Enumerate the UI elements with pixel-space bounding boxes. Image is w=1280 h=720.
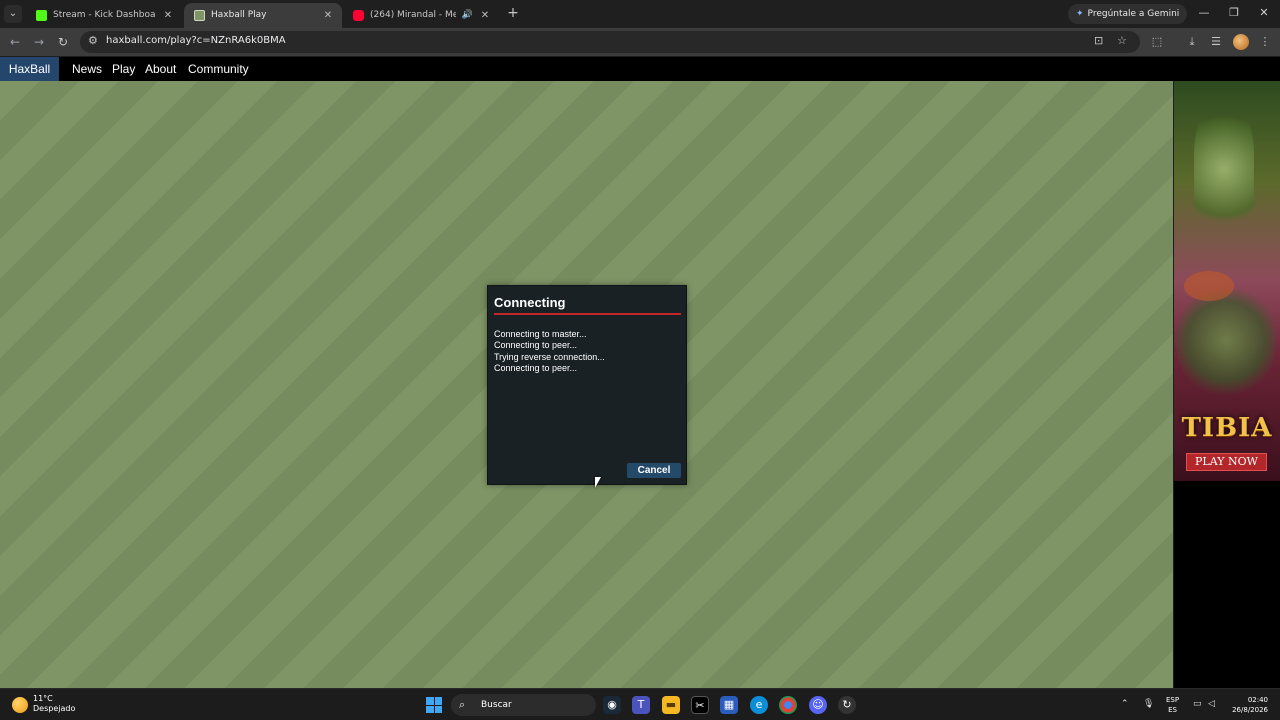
close-window-icon[interactable]: ✕ bbox=[1256, 6, 1272, 19]
file-explorer-icon[interactable]: ▬ bbox=[662, 696, 680, 714]
weather-temperature: 11°C bbox=[33, 694, 53, 703]
new-tab-icon[interactable]: + bbox=[505, 5, 521, 21]
mouse-cursor-icon bbox=[595, 477, 601, 488]
reading-list-icon[interactable]: ☰ bbox=[1208, 34, 1224, 50]
tray-expand-icon[interactable]: ⌃ bbox=[1121, 699, 1129, 709]
more-menu-icon[interactable]: ⋮ bbox=[1257, 34, 1273, 50]
ad-blank-area bbox=[1174, 481, 1280, 688]
tab-youtube[interactable]: (264) Mirandal - Mentía (V... 🔊 ✕ bbox=[343, 3, 499, 28]
clock-date: 26/8/2026 bbox=[1232, 706, 1268, 714]
site-header: HaxBall News Play About Community bbox=[0, 57, 1280, 81]
download-icon[interactable]: ⤓ bbox=[1184, 34, 1200, 50]
taskbar-search[interactable]: ⌕ Buscar bbox=[451, 694, 596, 716]
haxball-favicon-icon bbox=[194, 10, 205, 21]
dialog-title-underline bbox=[494, 313, 681, 315]
weather-widget[interactable]: 11°C Despejado bbox=[33, 694, 75, 714]
edge-icon[interactable]: e bbox=[750, 696, 768, 714]
translate-icon[interactable]: ⊡ bbox=[1094, 34, 1103, 47]
steam-icon[interactable]: ◉ bbox=[603, 696, 621, 714]
cancel-button[interactable]: Cancel bbox=[627, 463, 681, 478]
tab-haxball-play[interactable]: Haxball Play ✕ bbox=[184, 3, 342, 28]
log-line: Connecting to peer... bbox=[494, 340, 578, 351]
discord-icon[interactable]: ☺ bbox=[809, 696, 827, 714]
ad-art-skeleton bbox=[1194, 99, 1254, 239]
app-icon[interactable]: ↻ bbox=[838, 696, 856, 714]
ad-art-hat bbox=[1184, 271, 1234, 301]
reload-icon[interactable]: ↻ bbox=[55, 34, 71, 50]
language-indicator[interactable]: ESP ES bbox=[1166, 695, 1179, 715]
log-line: Connecting to peer... bbox=[494, 362, 578, 373]
tab-kick-dashboard[interactable]: Stream - Kick Dashboard ✕ bbox=[26, 3, 182, 28]
tab-title: Stream - Kick Dashboard bbox=[53, 10, 156, 20]
close-tab-icon[interactable]: ✕ bbox=[322, 5, 334, 26]
ad-play-now-button[interactable]: PLAY NOW bbox=[1186, 453, 1267, 471]
nav-about[interactable]: About bbox=[145, 57, 176, 81]
gemini-label: Pregúntale a Gemini bbox=[1087, 9, 1180, 19]
chrome-icon[interactable] bbox=[779, 696, 797, 714]
close-tab-icon[interactable]: ✕ bbox=[479, 5, 491, 26]
minimize-icon[interactable]: — bbox=[1196, 6, 1212, 19]
restore-icon[interactable]: ❐ bbox=[1226, 6, 1242, 19]
ad-art-creature bbox=[1176, 281, 1276, 401]
search-placeholder: Buscar bbox=[481, 700, 512, 710]
connecting-dialog: Connecting Connecting to master... Conne… bbox=[487, 285, 687, 485]
connection-log: Connecting to master... Connecting to pe… bbox=[494, 329, 682, 374]
youtube-favicon-icon bbox=[353, 10, 364, 21]
back-icon[interactable]: ← bbox=[7, 34, 23, 50]
haxball-logo[interactable]: HaxBall bbox=[0, 57, 59, 81]
kick-favicon-icon bbox=[36, 10, 47, 21]
profile-avatar[interactable] bbox=[1233, 34, 1249, 50]
speaker-icon[interactable]: 🔊 bbox=[462, 5, 473, 26]
tab-search-icon[interactable]: ⌄ bbox=[4, 5, 22, 23]
windows-taskbar: 11°C Despejado ⌕ Buscar ◉ T ▬ ✂ ▦ e ☺ ↻ … bbox=[0, 688, 1280, 720]
microphone-icon[interactable]: 🎙 bbox=[1143, 699, 1154, 709]
address-bar[interactable]: ⚙ haxball.com/play?c=NZnRA6k0BMA ⊡ ☆ bbox=[80, 31, 1140, 53]
forward-icon[interactable]: → bbox=[31, 34, 47, 50]
bookmark-star-icon[interactable]: ☆ bbox=[1117, 34, 1127, 47]
site-info-icon[interactable]: ⚙ bbox=[88, 34, 98, 47]
url-text[interactable]: haxball.com/play?c=NZnRA6k0BMA bbox=[106, 35, 286, 46]
store-icon[interactable]: ▦ bbox=[720, 696, 738, 714]
nav-community[interactable]: Community bbox=[188, 57, 249, 81]
gemini-button[interactable]: ✦ Pregúntale a Gemini bbox=[1068, 4, 1188, 24]
system-clock[interactable]: 02:40 26/8/2026 bbox=[1226, 695, 1268, 715]
ad-title: TIBIA bbox=[1181, 413, 1273, 443]
nav-news[interactable]: News bbox=[72, 57, 102, 81]
close-tab-icon[interactable]: ✕ bbox=[162, 5, 174, 26]
browser-toolbar: ← → ↻ ⚙ haxball.com/play?c=NZnRA6k0BMA ⊡… bbox=[0, 28, 1280, 56]
weather-condition: Despejado bbox=[33, 704, 76, 713]
network-icon[interactable]: ▭ bbox=[1193, 699, 1202, 709]
weather-moon-icon[interactable] bbox=[12, 697, 28, 713]
log-line: Trying reverse connection... bbox=[494, 351, 605, 362]
search-icon: ⌕ bbox=[459, 698, 466, 711]
log-line: Connecting to master... bbox=[494, 329, 587, 339]
gemini-spark-icon: ✦ bbox=[1076, 9, 1084, 19]
lang-code: ESP bbox=[1166, 696, 1180, 704]
clock-time: 02:40 bbox=[1247, 696, 1268, 704]
tab-title: (264) Mirandal - Mentía (V... bbox=[370, 10, 456, 20]
teams-icon[interactable]: T bbox=[632, 696, 650, 714]
capcut-icon[interactable]: ✂ bbox=[691, 696, 709, 714]
volume-icon[interactable]: ◁ bbox=[1208, 699, 1215, 709]
tibia-ad[interactable]: TIBIA PLAY NOW bbox=[1174, 81, 1280, 481]
nav-play[interactable]: Play bbox=[112, 57, 135, 81]
tab-strip: ⌄ Stream - Kick Dashboard ✕ Haxball Play… bbox=[0, 0, 1280, 28]
lang-layout: ES bbox=[1168, 706, 1177, 714]
tab-title: Haxball Play bbox=[211, 10, 267, 20]
windows-start-icon[interactable] bbox=[426, 697, 442, 713]
extensions-icon[interactable]: ⬚ bbox=[1149, 34, 1165, 50]
dialog-title: Connecting bbox=[494, 295, 566, 310]
